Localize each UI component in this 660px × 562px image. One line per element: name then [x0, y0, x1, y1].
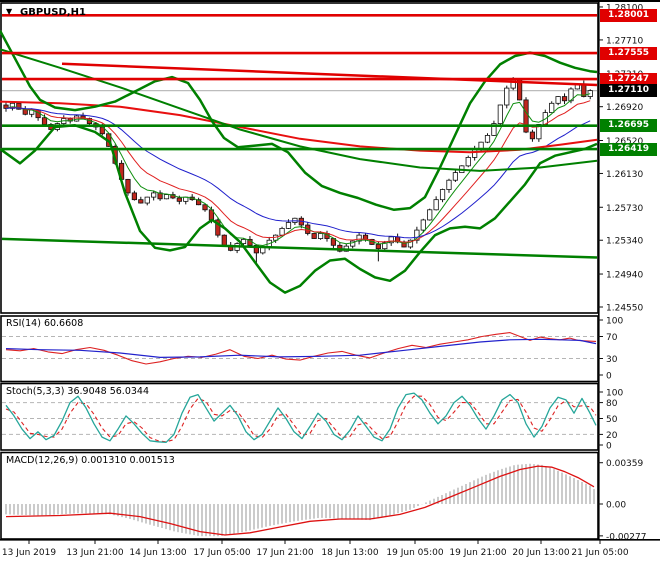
candle-body	[41, 117, 48, 125]
stoch-indicator-label: Stoch(5,3,3) 36.9048 56.0344	[6, 386, 150, 397]
candle-body	[555, 96, 561, 104]
candle-body	[125, 178, 131, 194]
candle-body	[504, 87, 510, 106]
candle-body	[420, 219, 426, 231]
candle-body	[144, 196, 150, 204]
time-tick-label: 18 Jun 13:00	[321, 548, 378, 558]
time-tick-label: 19 Jun 21:00	[449, 548, 506, 558]
support-price-tag: 1.26695	[600, 119, 657, 133]
rsi-tick-label: 0	[606, 372, 612, 382]
candle-body	[439, 189, 446, 201]
time-tick-label: 21 Jun 05:00	[571, 548, 628, 558]
price-tick-label: 1.27710	[606, 36, 643, 46]
candle-body	[375, 244, 381, 250]
trendline-0[interactable]	[61, 62, 598, 87]
candle-body	[523, 99, 529, 133]
macd-tick-label: 0.00359	[606, 459, 643, 469]
price-tick-label: 1.26920	[606, 103, 643, 113]
macd-tick-label: 0.00	[606, 501, 626, 511]
candle-body	[427, 209, 433, 221]
panel-border-1	[0, 315, 599, 383]
candle-body	[151, 192, 157, 198]
ema-slow-blue-line	[5, 107, 591, 239]
panel-border-0	[0, 2, 599, 314]
candle-body	[163, 194, 170, 200]
stoch-tick-label: 100	[606, 389, 623, 399]
stoch-tick-label: 80	[606, 399, 618, 409]
candle-body	[484, 135, 491, 143]
candle-body	[285, 222, 292, 229]
candle-body	[221, 234, 227, 246]
candle-body	[317, 233, 324, 239]
support-price-tag: 1.26419	[600, 142, 657, 156]
rsi-tick-label: 70	[606, 333, 618, 343]
time-tick-label: 13 Jun 21:00	[66, 548, 123, 558]
stoch-tick-label: 50	[606, 415, 618, 425]
resistance-price-tag: 1.27555	[600, 46, 657, 60]
macd-tick-label: -0.00277	[606, 532, 646, 542]
candle-body	[452, 172, 459, 181]
rsi-tick-label: 30	[606, 355, 618, 365]
current-price-price-tag: 1.27110	[600, 84, 657, 98]
stoch-k-line	[5, 392, 597, 444]
price-tick-label: 1.24940	[606, 271, 643, 281]
stoch-tick-label: 0	[606, 442, 612, 452]
chart-window: 1.281001.277101.273101.269201.265201.261…	[0, 0, 660, 562]
candle-body	[549, 102, 555, 114]
time-tick-label: 13 Jun 2019	[2, 548, 56, 558]
time-tick-label: 20 Jun 13:00	[512, 548, 569, 558]
symbol-dropdown-icon[interactable]: ▼	[6, 7, 12, 16]
price-chart-canvas[interactable]: 1.281001.277101.273101.269201.265201.261…	[0, 2, 660, 562]
time-tick-label: 17 Jun 21:00	[256, 548, 313, 558]
candle-body	[561, 96, 568, 102]
rsi-line	[5, 332, 597, 365]
price-tick-label: 1.26130	[606, 170, 643, 180]
price-tick-label: 1.24550	[606, 303, 643, 313]
candle-body	[131, 192, 137, 201]
time-tick-label: 17 Jun 05:00	[193, 548, 250, 558]
candle-body	[176, 197, 182, 202]
candle-body	[74, 115, 80, 122]
macd-indicator-label: MACD(12,26,9) 0.001310 0.001513	[6, 455, 175, 466]
chart-title: GBPUSD,H1	[20, 7, 86, 18]
time-tick-label: 14 Jun 13:00	[129, 548, 186, 558]
candle-body	[497, 104, 503, 124]
time-tick-label: 19 Jun 05:00	[386, 548, 443, 558]
candle-body	[465, 157, 471, 167]
candle-body	[311, 233, 317, 239]
resistance-price-tag: 1.28001	[600, 8, 657, 22]
rsi-tick-label: 100	[606, 317, 623, 327]
slow-green-ma-line	[0, 48, 598, 172]
trendline-1[interactable]	[1, 237, 598, 259]
candle-body	[529, 131, 536, 140]
price-tick-label: 1.25730	[606, 204, 643, 214]
candle-body	[433, 199, 439, 211]
rsi-indicator-label: RSI(14) 60.6608	[6, 318, 84, 329]
price-tick-label: 1.25340	[606, 237, 643, 247]
stoch-tick-label: 20	[606, 431, 618, 441]
candle-body	[446, 179, 452, 190]
candle-body	[138, 199, 144, 204]
candle-body	[279, 227, 285, 236]
